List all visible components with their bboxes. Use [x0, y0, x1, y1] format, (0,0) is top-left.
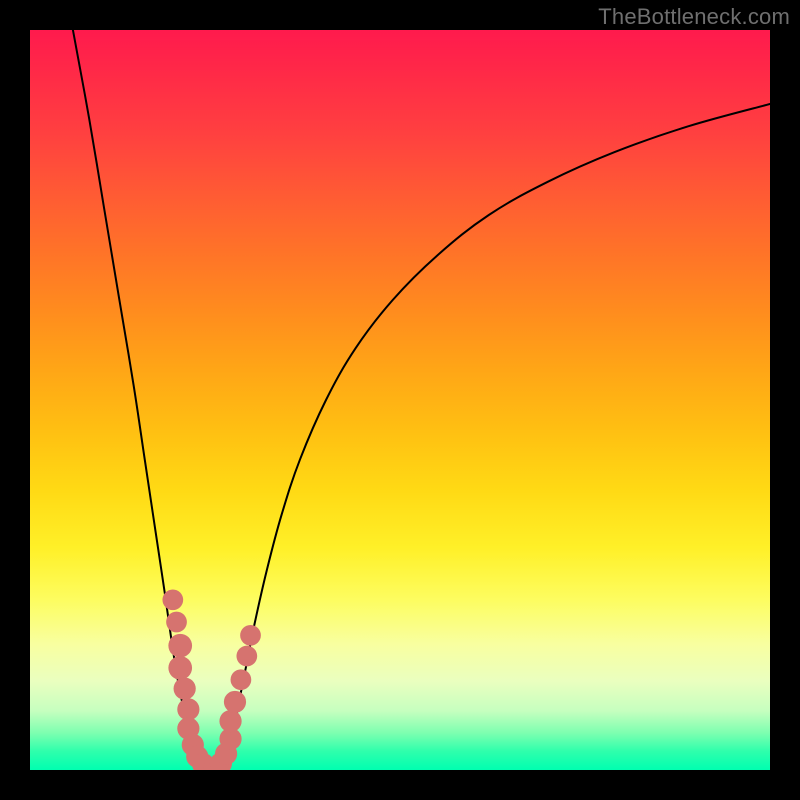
highlight-dot	[240, 625, 261, 646]
highlight-dot	[166, 612, 187, 633]
plot-area	[30, 30, 770, 770]
highlight-dot	[236, 646, 257, 667]
chart-frame: TheBottleneck.com	[0, 0, 800, 800]
highlight-dot	[162, 589, 183, 610]
highlight-dot	[168, 634, 192, 658]
watermark-text: TheBottleneck.com	[598, 4, 790, 30]
highlight-dot	[219, 710, 241, 732]
highlight-dot	[224, 691, 246, 713]
highlight-dot	[177, 698, 199, 720]
highlight-dot	[231, 669, 252, 690]
curve-layer	[30, 30, 770, 770]
highlight-dot	[174, 678, 196, 700]
highlight-dot	[168, 656, 192, 680]
